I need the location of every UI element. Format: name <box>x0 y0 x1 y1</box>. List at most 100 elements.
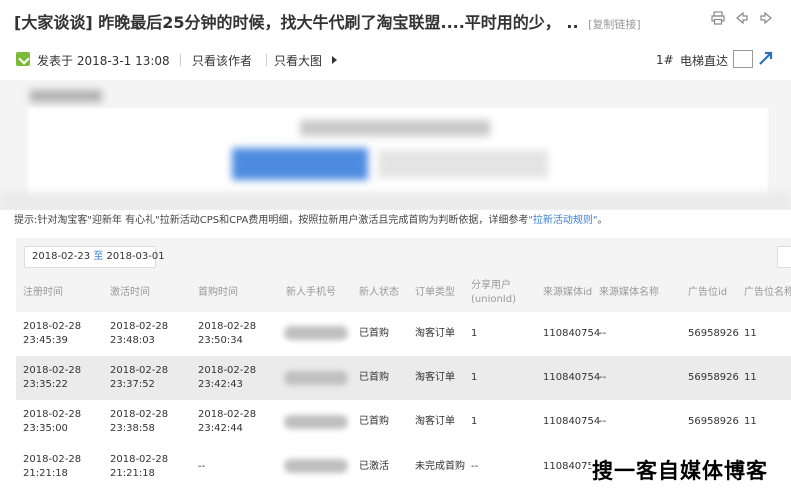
cell-reg-date: 2018-02-28 <box>23 454 82 465</box>
cell-share: 1 <box>471 328 478 339</box>
col-first-buy: 首购时间 <box>198 287 238 298</box>
col-share-user-sub: (unionId) <box>471 294 517 305</box>
col-share-user: 分享用户 <box>471 280 511 291</box>
cell-status: 已激活 <box>359 461 389 472</box>
cell-reg-time: 23:45:39 <box>23 335 68 346</box>
blurred-logo <box>30 90 102 102</box>
cell-media-id: 110840754 <box>543 372 601 383</box>
blurred-phone <box>284 415 348 429</box>
online-icon <box>16 52 30 66</box>
col-adzone-id: 广告位id <box>688 287 728 298</box>
thread-title-text: 昨晚最后25分钟的时候，找大牛代刷了淘宝联盟....平时用的少， <box>98 13 561 32</box>
cell-adzone-name: 11 <box>744 416 757 427</box>
cell-act-date: 2018-02-28 <box>110 321 169 332</box>
blurred-button <box>232 148 368 180</box>
col-status: 新人状态 <box>359 287 399 298</box>
cell-act-date: 2018-02-28 <box>110 365 169 376</box>
cell-act-time: 23:37:52 <box>110 379 155 390</box>
cell-act-date: 2018-02-28 <box>110 409 169 420</box>
post-date: 发表于 2018-3-1 13:08 <box>37 54 170 68</box>
cell-adzone-id: 56958926 <box>688 372 739 383</box>
cell-reg-date: 2018-02-28 <box>23 321 82 332</box>
col-media-name: 来源媒体名称 <box>599 287 659 298</box>
blurred-banner-image <box>0 80 791 210</box>
date-from: 2018-02-23 <box>32 251 91 262</box>
post-meta-bar: 发表于 2018-3-1 13:08 只看该作者 只看大图 1# 电梯直达 <box>0 44 791 74</box>
cell-order-type: 淘客订单 <box>415 328 455 339</box>
cell-media-name: -- <box>599 416 607 427</box>
jump-arrow-icon[interactable] <box>758 50 774 66</box>
prev-icon[interactable] <box>735 10 749 25</box>
thread-tag[interactable]: [大家谈谈] <box>14 13 93 32</box>
cell-share: -- <box>471 461 479 472</box>
cell-status: 已首购 <box>359 416 389 427</box>
only-author-link[interactable]: 只看该作者 <box>192 52 252 69</box>
notice-text: 提示:针对淘宝客"迎新年 有心礼"拉新活动CPS和CPA费用明细，按照拉新用户激… <box>14 211 608 226</box>
col-adzone-name: 广告位名称 <box>744 287 791 298</box>
cell-act-date: 2018-02-28 <box>110 454 169 465</box>
col-media-id: 来源媒体id <box>543 287 593 298</box>
col-order-type: 订单类型 <box>415 287 455 298</box>
divider <box>266 54 267 66</box>
triangle-right-icon[interactable] <box>332 56 337 64</box>
cell-order-type: 未完成首购 <box>415 461 465 472</box>
copy-link-button[interactable]: [复制链接] <box>588 18 641 31</box>
cell-order-type: 淘客订单 <box>415 372 455 383</box>
date-separator: 至 <box>93 251 104 262</box>
cell-reg-time: 21:21:18 <box>23 468 68 479</box>
thread-header: [大家谈谈] 昨晚最后25分钟的时候，找大牛代刷了淘宝联盟....平时用的少， … <box>0 0 791 44</box>
cell-reg-time: 23:35:22 <box>23 379 68 390</box>
blurred-heading <box>300 120 490 136</box>
floor-number: 1# <box>656 53 674 67</box>
divider <box>180 54 181 66</box>
cell-share: 1 <box>471 372 478 383</box>
big-image-link[interactable]: 只看大图 <box>274 52 322 69</box>
cell-act-time: 23:48:03 <box>110 335 155 346</box>
cell-adzone-name: 11 <box>744 328 757 339</box>
floor-jump-input[interactable] <box>733 50 753 68</box>
watermark: 搜一客自媒体博客 <box>592 459 768 483</box>
blurred-phone <box>284 371 348 385</box>
thread-title: [大家谈谈] 昨晚最后25分钟的时候，找大牛代刷了淘宝联盟....平时用的少， … <box>14 9 641 33</box>
col-act-time: 激活时间 <box>110 287 150 298</box>
cell-reg-date: 2018-02-28 <box>23 409 82 420</box>
cell-media-name: -- <box>599 372 607 383</box>
print-icon[interactable] <box>711 10 725 25</box>
notice-end: 。 <box>597 215 608 226</box>
cell-order-type: 淘客订单 <box>415 416 455 427</box>
blurred-phone <box>284 326 348 340</box>
date-range-picker[interactable]: 2018-02-23 至 2018-03-01 <box>24 246 165 268</box>
cell-reg-date: 2018-02-28 <box>23 365 82 376</box>
blurred-phone <box>284 459 348 473</box>
date-to: 2018-03-01 <box>106 251 165 262</box>
cell-media-name: -- <box>599 328 607 339</box>
cell-reg-time: 23:35:00 <box>23 423 68 434</box>
next-icon[interactable] <box>759 10 773 25</box>
cell-share: 1 <box>471 416 478 427</box>
cell-buy-time: 23:42:43 <box>198 379 243 390</box>
cell-buy-date: -- <box>198 461 206 472</box>
cell-adzone-id: 56958926 <box>688 416 739 427</box>
notice-body: 提示:针对淘宝客"迎新年 有心礼"拉新活动CPS和CPA费用明细，按照拉新用户激… <box>14 215 529 226</box>
cell-buy-time: 23:42:44 <box>198 423 243 434</box>
panel-right-button[interactable] <box>777 246 791 268</box>
cell-media-id: 110840754 <box>543 416 601 427</box>
cell-act-time: 23:38:58 <box>110 423 155 434</box>
col-reg-time: 注册时间 <box>23 287 63 298</box>
cell-buy-time: 23:50:34 <box>198 335 243 346</box>
cell-adzone-id: 56958926 <box>688 328 739 339</box>
cell-act-time: 21:21:18 <box>110 468 155 479</box>
cell-status: 已首购 <box>359 328 389 339</box>
rules-link[interactable]: "拉新活动规则" <box>528 215 597 226</box>
cell-media-id: 110840754 <box>543 328 601 339</box>
cell-buy-date: 2018-02-28 <box>198 365 257 376</box>
blurred-input <box>378 150 548 178</box>
cell-buy-date: 2018-02-28 <box>198 321 257 332</box>
col-phone: 新人手机号 <box>286 287 336 298</box>
blurred-strip <box>0 192 791 210</box>
cell-buy-date: 2018-02-28 <box>198 409 257 420</box>
cell-adzone-name: 11 <box>744 372 757 383</box>
elevator-label: 电梯直达 <box>680 54 729 68</box>
cell-status: 已首购 <box>359 372 389 383</box>
title-ellipsis: .. <box>566 13 579 32</box>
